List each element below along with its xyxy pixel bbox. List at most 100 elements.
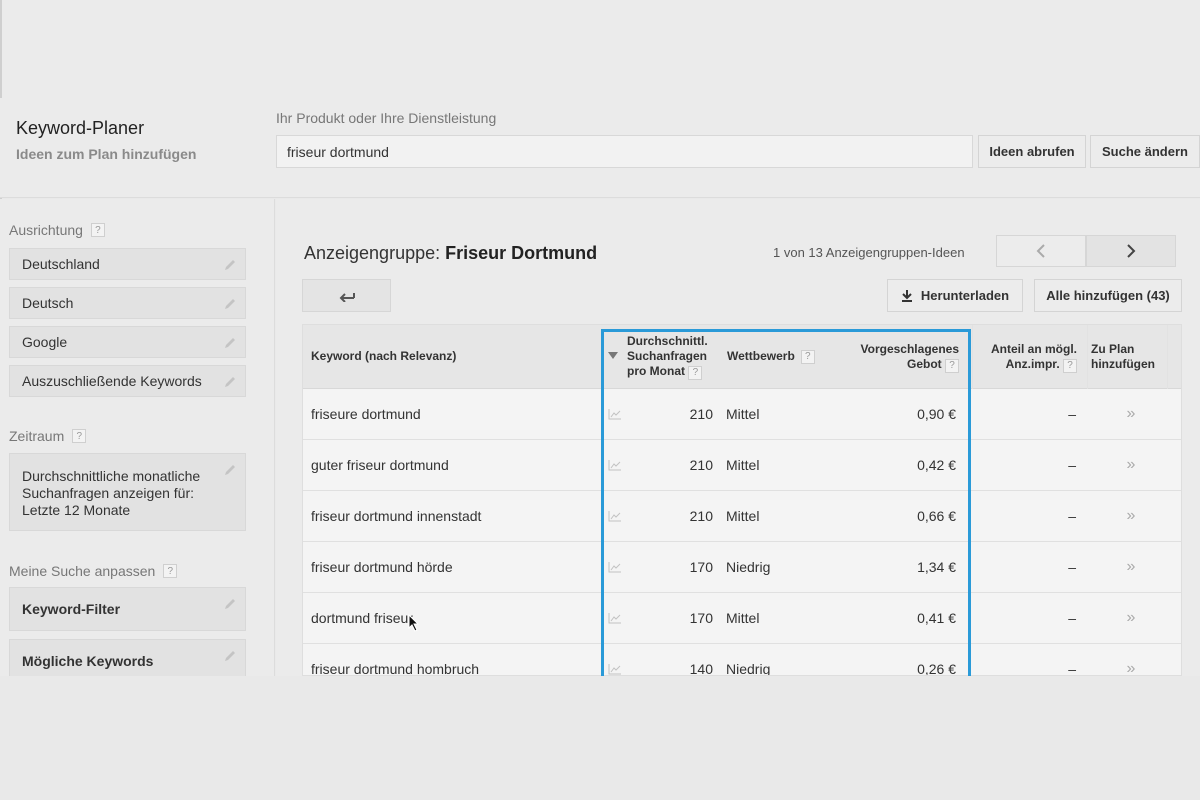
keyword-filter-label: Keyword-Filter <box>22 601 121 617</box>
previous-page-button[interactable] <box>996 235 1086 267</box>
impression-share-cell: – <box>1068 661 1076 676</box>
targeting-location[interactable]: Deutschland <box>9 248 246 280</box>
keyword-cell: friseur dortmund hörde <box>311 559 453 575</box>
pencil-icon[interactable] <box>223 463 237 477</box>
add-to-plan-button[interactable]: » <box>1091 593 1171 643</box>
competition-cell: Mittel <box>726 508 760 524</box>
table-row: friseure dortmund 210 Mittel 0,90 € – » <box>303 389 1181 440</box>
targeting-negative-keywords-label: Auszuschließende Keywords <box>22 373 202 389</box>
change-search-button[interactable]: Suche ändern <box>1090 135 1200 168</box>
header-avg-searches-line2: Suchanfragen <box>627 349 708 363</box>
targeting-language[interactable]: Deutsch <box>9 287 246 319</box>
main-panel: Anzeigengruppe: Friseur Dortmund 1 von 1… <box>276 199 1200 676</box>
help-icon[interactable]: ? <box>688 365 703 380</box>
add-all-button[interactable]: Alle hinzufügen (43) <box>1034 279 1182 312</box>
add-to-plan-button[interactable]: » <box>1091 440 1171 490</box>
help-icon[interactable]: ? <box>800 349 815 364</box>
period-setting[interactable]: Durchschnittliche monatliche Suchanfrage… <box>9 453 246 531</box>
back-arrow-icon <box>339 292 355 302</box>
sort-down-icon[interactable] <box>608 352 618 360</box>
ad-group-prefix: Anzeigengruppe: <box>304 243 441 263</box>
pencil-icon[interactable] <box>223 297 237 311</box>
possible-keywords-label: Mögliche Keywords <box>22 653 154 669</box>
pencil-icon[interactable] <box>223 375 237 389</box>
get-ideas-button[interactable]: Ideen abrufen <box>978 135 1086 168</box>
targeting-network[interactable]: Google <box>9 326 246 358</box>
competition-cell: Mittel <box>726 457 760 473</box>
header-competition[interactable]: Wettbewerb ? <box>727 349 815 364</box>
suggested-bid-cell: 0,41 € <box>917 610 956 626</box>
keyword-cell: friseure dortmund <box>311 406 421 422</box>
help-icon[interactable]: ? <box>90 223 105 237</box>
add-to-plan-button[interactable]: » <box>1091 491 1171 541</box>
header-keyword[interactable]: Keyword (nach Relevanz) <box>311 349 456 364</box>
pencil-icon[interactable] <box>223 336 237 350</box>
header-impression-share-line2: Anz.impr. ? <box>977 357 1077 373</box>
ad-group-name: Friseur Dortmund <box>445 243 598 263</box>
table-header: Keyword (nach Relevanz) Durchschnittl. S… <box>303 325 1181 389</box>
header-impression-share[interactable]: Anteil an mögl. Anz.impr. ? <box>977 342 1077 373</box>
help-icon[interactable]: ? <box>945 358 959 373</box>
add-to-plan-button[interactable]: » <box>1091 389 1171 439</box>
app-subtitle: Ideen zum Plan hinzufügen <box>16 146 197 162</box>
suggested-bid-cell: 0,42 € <box>917 457 956 473</box>
header-add-to-plan-line2: hinzufügen <box>1091 357 1155 371</box>
help-icon[interactable]: ? <box>72 429 87 443</box>
targeting-title-text: Ausrichtung <box>9 222 83 238</box>
period-title-text: Zeitraum <box>9 428 65 444</box>
pencil-icon[interactable] <box>223 649 237 663</box>
back-button[interactable] <box>302 279 391 312</box>
impression-share-cell: – <box>1068 610 1076 626</box>
product-search-input[interactable] <box>276 135 973 168</box>
chevron-right-icon <box>1127 244 1136 258</box>
impression-share-cell: – <box>1068 406 1076 422</box>
header-avg-searches-line1: Durchschnittl. <box>627 334 708 348</box>
suggested-bid-cell: 0,90 € <box>917 406 956 422</box>
avg-searches-cell: 210 <box>689 457 713 473</box>
keyword-ideas-table: Keyword (nach Relevanz) Durchschnittl. S… <box>302 324 1182 676</box>
avg-searches-cell: 210 <box>689 406 713 422</box>
header: Keyword-Planer Ideen zum Plan hinzufügen… <box>0 98 1200 198</box>
help-icon[interactable]: ? <box>1063 358 1077 373</box>
download-icon <box>901 290 912 302</box>
keyword-filter[interactable]: Keyword-Filter <box>9 587 246 631</box>
table-row: guter friseur dortmund 210 Mittel 0,42 €… <box>303 440 1181 491</box>
targeting-negative-keywords[interactable]: Auszuschließende Keywords <box>9 365 246 397</box>
header-impression-share-line2-text: Anz.impr. <box>1005 357 1060 371</box>
bottom-blank-area <box>0 676 1200 800</box>
table-row: friseur dortmund hörde 170 Niedrig 1,34 … <box>303 542 1181 593</box>
competition-cell: Niedrig <box>726 661 771 676</box>
next-page-button[interactable] <box>1086 235 1176 267</box>
pager-text: 1 von 13 Anzeigengruppen-Ideen <box>773 245 965 260</box>
chevron-left-icon <box>1036 244 1045 258</box>
targeting-section-title: Ausrichtung ? <box>9 222 105 238</box>
add-to-plan-button[interactable]: » <box>1091 644 1171 675</box>
suggested-bid-cell: 0,66 € <box>917 508 956 524</box>
table-row: dortmund friseur 170 Mittel 0,41 € – » <box>303 593 1181 644</box>
keyword-cell: friseur dortmund hombruch <box>311 661 480 676</box>
possible-keywords[interactable]: Mögliche Keywords <box>9 639 246 676</box>
header-add-to-plan: Zu Plan hinzufügen <box>1091 342 1155 372</box>
app-title: Keyword-Planer <box>16 118 145 138</box>
help-icon[interactable]: ? <box>163 564 178 578</box>
header-suggested-bid[interactable]: Vorgeschlagenes Gebot ? <box>843 342 959 373</box>
suggested-bid-cell: 0,26 € <box>917 661 956 676</box>
search-label: Ihr Produkt oder Ihre Dienstleistung <box>276 110 497 126</box>
avg-searches-cell: 140 <box>689 661 713 676</box>
keyword-planner-app: Keyword-Planer Ideen zum Plan hinzufügen… <box>0 0 1200 676</box>
impression-share-cell: – <box>1068 559 1076 575</box>
header-avg-searches[interactable]: Durchschnittl. Suchanfragen pro Monat ? <box>627 334 708 380</box>
download-label: Herunterladen <box>920 288 1010 303</box>
pencil-icon[interactable] <box>223 597 237 611</box>
add-to-plan-button[interactable]: » <box>1091 542 1171 592</box>
pencil-icon[interactable] <box>223 258 237 272</box>
download-button[interactable]: Herunterladen <box>887 279 1023 312</box>
keyword-cell: dortmund friseur <box>311 610 413 626</box>
table-row: friseur dortmund hombruch 140 Niedrig 0,… <box>303 644 1181 676</box>
header-add-to-plan-line1: Zu Plan <box>1091 342 1135 356</box>
suggested-bid-cell: 1,34 € <box>917 559 956 575</box>
header-suggested-bid-line2-text: Gebot <box>906 357 942 371</box>
header-avg-searches-line3-text: pro Monat <box>627 364 685 378</box>
ad-group-title: Anzeigengruppe: Friseur Dortmund <box>304 243 597 264</box>
competition-cell: Mittel <box>726 610 760 626</box>
